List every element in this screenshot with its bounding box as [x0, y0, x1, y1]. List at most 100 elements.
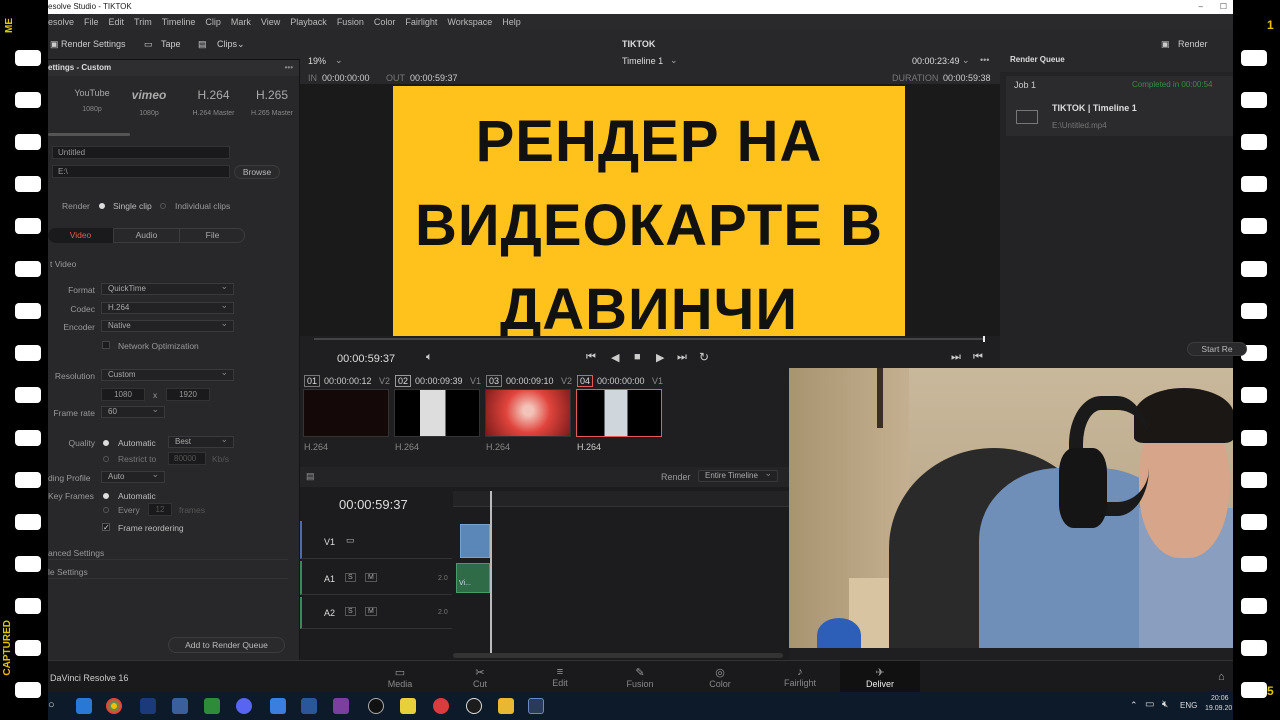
page-fusion[interactable]: ✎ Fusion — [600, 661, 680, 693]
render-settings-button[interactable]: Render Settings — [61, 39, 126, 49]
search-icon[interactable]: ○ — [48, 699, 55, 711]
menu-item-fairlight[interactable]: Fairlight — [405, 17, 437, 27]
filename-field[interactable]: Untitled — [52, 146, 230, 159]
preset-vimeo[interactable]: vimeo 1080p — [124, 88, 174, 117]
mute-button[interactable]: M — [365, 573, 377, 582]
solo-button[interactable]: S — [345, 607, 356, 616]
chevron-down-icon[interactable]: ⌄ — [237, 39, 245, 50]
nvidia-icon[interactable] — [466, 698, 482, 714]
play-icon[interactable]: ▶ — [656, 351, 664, 364]
previous-clip-icon[interactable]: ⏮︎ — [973, 351, 983, 364]
framerate-select[interactable]: 60 — [101, 404, 165, 418]
chrome-icon[interactable] — [106, 698, 122, 714]
tape-button[interactable]: Tape — [161, 39, 181, 49]
menu-item-esolve[interactable]: esolve — [48, 17, 74, 27]
page-cut[interactable]: ✂ Cut — [440, 661, 520, 693]
preset-h264[interactable]: H.264 H.264 Master — [186, 88, 241, 117]
location-field[interactable]: E:\ — [52, 165, 230, 178]
go-to-end-icon[interactable]: ⏭︎ — [677, 351, 687, 364]
app-icon[interactable] — [172, 698, 188, 714]
network-optimization-checkbox[interactable] — [102, 341, 110, 349]
every-field[interactable]: 12 — [148, 503, 172, 516]
tab-video[interactable]: Video — [48, 228, 113, 243]
cortana-icon[interactable] — [76, 698, 92, 714]
network-icon[interactable]: ▭ — [1145, 699, 1154, 710]
page-media[interactable]: ▭ Media — [360, 661, 440, 693]
track-monitor-icon[interactable]: ▭ — [346, 535, 355, 546]
menu-item-edit[interactable]: Edit — [109, 17, 125, 27]
preset-h265[interactable]: H.265 H.265 Master — [244, 88, 300, 117]
chevron-down-icon[interactable]: ⌄ — [962, 55, 970, 66]
word-icon[interactable] — [301, 698, 317, 714]
playhead[interactable] — [983, 336, 985, 342]
folder-icon[interactable] — [498, 698, 514, 714]
page-fairlight[interactable]: ♪ Fairlight — [760, 661, 840, 693]
codec-select[interactable]: H.264 — [101, 300, 234, 314]
timeline-name[interactable]: Timeline 1 — [622, 56, 663, 66]
encoder-select[interactable]: Native — [101, 318, 234, 332]
menu-item-file[interactable]: File — [84, 17, 99, 27]
clips-button[interactable]: Clips — [217, 39, 237, 49]
every-radio[interactable] — [103, 507, 109, 513]
timeline-playhead[interactable] — [490, 491, 492, 654]
next-clip-icon[interactable]: ⏭︎ — [951, 351, 961, 364]
advanced-settings-toggle[interactable]: anced Settings — [48, 548, 104, 558]
render-settings-icon[interactable]: ▣ — [50, 39, 59, 50]
discord-icon[interactable] — [236, 698, 252, 714]
clock-time[interactable]: 20:06 — [1211, 695, 1229, 702]
chevron-down-icon[interactable]: ⌄ — [335, 55, 343, 66]
chevron-down-icon[interactable]: ⌄ — [670, 55, 678, 66]
track-header-v1[interactable] — [300, 521, 452, 559]
calculator-icon[interactable] — [270, 698, 286, 714]
menu-item-color[interactable]: Color — [374, 17, 396, 27]
individual-clips-radio[interactable] — [160, 203, 166, 209]
app-icon[interactable] — [204, 698, 220, 714]
volume-icon[interactable]: 🔈︎ — [426, 351, 433, 364]
tab-audio[interactable]: Audio — [113, 228, 179, 243]
preset-youtube[interactable]: YouTube 1080p — [62, 88, 122, 113]
menu-item-workspace[interactable]: Workspace — [447, 17, 492, 27]
clip-thumbnail[interactable] — [576, 389, 662, 437]
menu-item-clip[interactable]: Clip — [205, 17, 221, 27]
menu-item-fusion[interactable]: Fusion — [337, 17, 364, 27]
page-color[interactable]: ◎ Color — [680, 661, 760, 693]
menu-item-timeline[interactable]: Timeline — [162, 17, 196, 27]
menu-item-view[interactable]: View — [261, 17, 280, 27]
mute-button[interactable]: M — [365, 607, 377, 616]
add-to-render-queue-button[interactable]: Add to Render Queue — [168, 637, 285, 653]
tab-file[interactable]: File — [179, 228, 245, 243]
loop-icon[interactable]: ↻ — [699, 350, 709, 364]
keyframes-automatic-radio[interactable] — [103, 493, 109, 499]
clip-thumbnail[interactable] — [485, 389, 571, 437]
clips-icon[interactable]: ▤ — [198, 39, 207, 50]
clip-thumbnail[interactable] — [394, 389, 480, 437]
app-icon[interactable] — [433, 698, 449, 714]
start-render-button[interactable]: Start Re — [1187, 342, 1247, 356]
video-clip[interactable] — [460, 524, 490, 558]
menu-item-mark[interactable]: Mark — [231, 17, 251, 27]
restrict-field[interactable]: 80000 — [168, 452, 206, 465]
app-icon[interactable] — [333, 698, 349, 714]
zoom-level[interactable]: 19% — [308, 56, 326, 66]
single-clip-radio[interactable] — [99, 203, 105, 209]
maximize-icon[interactable]: ☐ — [1220, 0, 1227, 14]
play-reverse-icon[interactable]: ◀ — [611, 351, 619, 364]
volume-muted-icon[interactable]: 🔇︎ — [1162, 699, 1168, 710]
davinci-resolve-icon[interactable] — [528, 698, 544, 714]
format-select[interactable]: QuickTime — [101, 281, 234, 295]
menu-item-help[interactable]: Help — [502, 17, 521, 27]
timeline-view-icon[interactable]: ▤ — [306, 471, 315, 482]
scrubber-track[interactable] — [314, 338, 984, 340]
height-field[interactable]: 1920 — [166, 388, 210, 401]
app-icon[interactable] — [400, 698, 416, 714]
width-field[interactable]: 1080 — [101, 388, 145, 401]
audio-clip[interactable]: Vi... — [456, 563, 490, 593]
menu-item-trim[interactable]: Trim — [134, 17, 152, 27]
language-indicator[interactable]: ENG — [1180, 701, 1197, 710]
clock-date[interactable]: 19.09.20 — [1205, 705, 1232, 712]
page-deliver[interactable]: ✈ Deliver — [840, 661, 920, 693]
home-icon[interactable]: ⌂ — [1218, 671, 1225, 683]
more-options-icon[interactable]: ••• — [980, 55, 989, 65]
quality-select[interactable]: Best — [168, 434, 234, 448]
frame-reordering-checkbox[interactable]: ✓ — [102, 523, 110, 532]
